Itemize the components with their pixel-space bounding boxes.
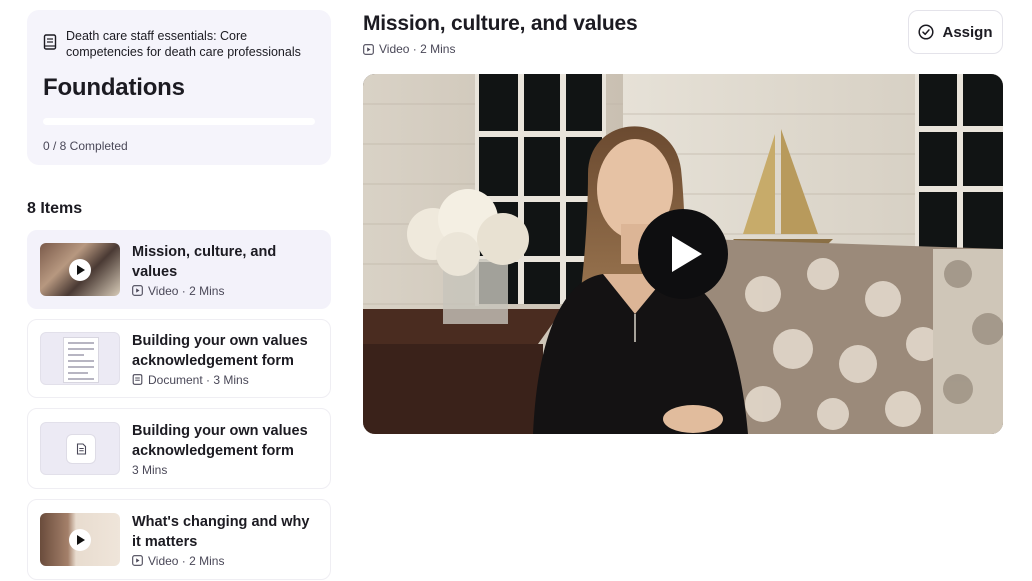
document-thumbnail bbox=[40, 332, 120, 385]
item-title: Building your own values acknowledgement… bbox=[132, 332, 308, 369]
video-thumbnail bbox=[40, 513, 120, 566]
video-thumbnail bbox=[40, 243, 120, 296]
file-thumbnail bbox=[40, 422, 120, 475]
page-meta: Video · 2 Mins bbox=[363, 42, 455, 56]
check-circle-icon bbox=[918, 24, 935, 40]
page-title: Mission, culture, and values bbox=[363, 12, 638, 35]
page-meta-text: Video · 2 Mins bbox=[379, 42, 456, 56]
video-icon bbox=[363, 43, 374, 55]
assign-button-label: Assign bbox=[942, 23, 993, 41]
video-player[interactable] bbox=[363, 74, 1003, 434]
file-icon bbox=[66, 434, 96, 464]
play-icon bbox=[69, 528, 91, 551]
assign-button[interactable]: Assign bbox=[908, 10, 1003, 54]
list-item[interactable]: What's changing and why it matters Video… bbox=[27, 499, 331, 580]
items-count-heading: 8 Items bbox=[27, 200, 83, 217]
document-icon bbox=[132, 374, 143, 385]
list-item[interactable]: Building your own values acknowledgement… bbox=[27, 319, 331, 398]
course-header: Death care staff essentials: Core compet… bbox=[43, 28, 315, 60]
item-list: Mission, culture, and values Video · 2 M… bbox=[27, 230, 331, 581]
video-icon bbox=[132, 285, 143, 296]
item-meta: Video · 2 Mins bbox=[148, 283, 225, 298]
progress-label: 0 / 8 Completed bbox=[43, 139, 128, 153]
item-title: What's changing and why it matters bbox=[132, 513, 310, 550]
play-icon bbox=[69, 258, 91, 281]
list-item[interactable]: Mission, culture, and values Video · 2 M… bbox=[27, 230, 331, 309]
course-subtitle: Death care staff essentials: Core compet… bbox=[66, 29, 301, 59]
progress-bar bbox=[43, 118, 315, 125]
item-title: Building your own values acknowledgement… bbox=[132, 422, 308, 459]
item-title: Mission, culture, and values bbox=[132, 243, 277, 280]
book-icon bbox=[43, 34, 57, 50]
item-meta: 3 Mins bbox=[132, 462, 168, 477]
item-meta: Document · 3 Mins bbox=[148, 372, 249, 387]
list-item[interactable]: Building your own values acknowledgement… bbox=[27, 408, 331, 489]
course-title: Foundations bbox=[43, 74, 185, 101]
play-button[interactable] bbox=[638, 209, 728, 299]
course-card: Death care staff essentials: Core compet… bbox=[27, 10, 331, 165]
video-icon bbox=[132, 555, 143, 566]
item-meta: Video · 2 Mins bbox=[148, 553, 225, 568]
document-page-preview bbox=[63, 337, 99, 383]
